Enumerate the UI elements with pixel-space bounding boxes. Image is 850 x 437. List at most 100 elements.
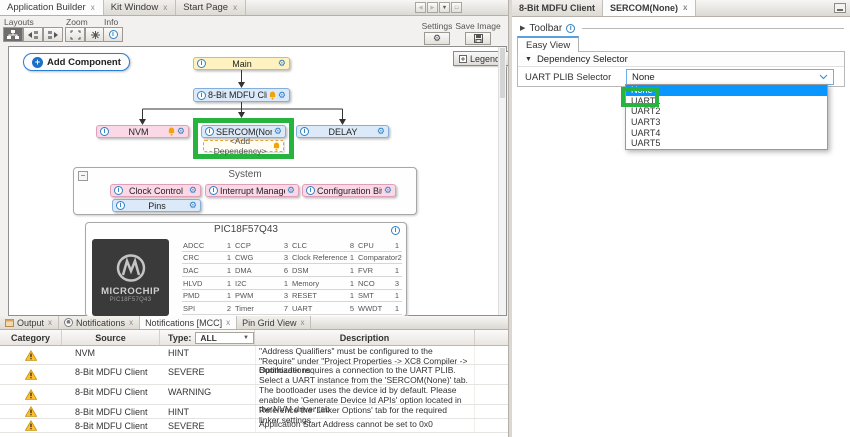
gear-icon[interactable]: ⚙	[278, 91, 286, 100]
type-filter-dropdown[interactable]: ALL ▼	[195, 332, 254, 344]
column-header-category[interactable]: Category	[0, 330, 62, 345]
tab-notifications[interactable]: Notifications x	[59, 316, 140, 329]
peripheral-cell[interactable]: DMA6	[234, 264, 291, 277]
dropdown-option-uart5[interactable]: UART5	[626, 138, 827, 149]
toolbar-label[interactable]: Toolbar	[529, 23, 562, 34]
minimize-panel-button[interactable]	[834, 3, 846, 13]
layout-left-button[interactable]	[23, 27, 43, 42]
tab-start-page[interactable]: Start Page x	[176, 0, 246, 15]
tab-application-builder[interactable]: Application Builder x	[0, 0, 104, 15]
tab-notifications-mcc[interactable]: Notifications [MCC] x	[140, 316, 237, 329]
expand-toolbar-icon[interactable]: ▶	[520, 24, 525, 32]
gear-icon[interactable]: ⚙	[384, 186, 392, 195]
node-interrupt-manager[interactable]: i Interrupt Manager ⚙	[205, 184, 299, 197]
gear-icon[interactable]: ⚙	[189, 201, 197, 210]
info-button[interactable]: i	[103, 27, 123, 42]
column-header-description[interactable]: Description	[255, 330, 475, 345]
layout-tree-button[interactable]	[3, 27, 23, 42]
peripheral-cell[interactable]: Clock Reference1	[291, 252, 357, 265]
close-icon[interactable]: x	[128, 319, 134, 327]
scrollbar-thumb[interactable]	[500, 48, 505, 98]
layout-right-button[interactable]	[43, 27, 63, 42]
save-image-button[interactable]	[465, 32, 491, 45]
peripheral-cell[interactable]: ADCC1	[182, 239, 234, 252]
gear-icon[interactable]: ⚙	[287, 186, 295, 195]
node-nvm[interactable]: i NVM ⚙	[96, 125, 189, 138]
tab-output[interactable]: Output x	[0, 316, 59, 329]
info-icon[interactable]: i	[197, 59, 206, 68]
peripheral-cell[interactable]: CLC8	[291, 239, 357, 252]
info-icon[interactable]: i	[100, 127, 109, 136]
dependency-selector-header[interactable]: ▼ Dependency Selector	[518, 52, 844, 67]
maximize-icon[interactable]: □	[451, 2, 462, 13]
notification-row[interactable]: 8-Bit MDFU Client HINT Reference the 'Li…	[0, 405, 510, 419]
close-icon[interactable]: x	[90, 4, 96, 12]
peripheral-cell[interactable]: CRC1	[182, 252, 234, 265]
node-clock-control[interactable]: i Clock Control ⚙	[110, 184, 201, 197]
notification-row[interactable]: 8-Bit MDFU Client SEVERE Application Sta…	[0, 419, 510, 433]
close-icon[interactable]: x	[47, 319, 53, 327]
peripheral-cell[interactable]: UART5	[291, 302, 357, 315]
info-icon[interactable]: i	[300, 127, 309, 136]
node-mdfu-client[interactable]: i 8-Bit MDFU Client ⚙	[193, 88, 290, 102]
info-icon[interactable]: i	[116, 201, 125, 210]
node-pins[interactable]: i Pins ⚙	[112, 199, 201, 212]
node-main[interactable]: i Main ⚙	[193, 57, 290, 70]
close-icon[interactable]: x	[299, 319, 305, 327]
dropdown-option-none[interactable]: None	[626, 85, 827, 96]
peripheral-cell[interactable]: DAC1	[182, 264, 234, 277]
peripheral-cell[interactable]: PMD1	[182, 290, 234, 303]
tab-sercom-none[interactable]: SERCOM(None) x	[603, 0, 696, 16]
close-icon[interactable]: x	[162, 4, 168, 12]
dropdown-option-uart2[interactable]: UART2	[626, 106, 827, 117]
tab-kit-window[interactable]: Kit Window x	[104, 0, 177, 15]
node-configuration-bits[interactable]: i Configuration Bits ⚙	[302, 184, 396, 197]
zoom-expand-button[interactable]	[65, 27, 85, 42]
column-header-source[interactable]: Source	[62, 330, 160, 345]
info-icon[interactable]: i	[391, 226, 400, 235]
notification-row[interactable]: NVM HINT "Address Qualifiers" must be co…	[0, 346, 510, 365]
dropdown-option-uart3[interactable]: UART3	[626, 117, 827, 128]
settings-button[interactable]: ⚙	[424, 32, 450, 45]
peripheral-cell[interactable]: WWDT1	[357, 302, 402, 315]
peripheral-cell[interactable]: SMT1	[357, 290, 402, 303]
peripheral-cell[interactable]: I2C1	[234, 277, 291, 290]
info-icon[interactable]: i	[566, 24, 575, 33]
diagram-canvas[interactable]: + Add Component Legends i Main ⚙ i 8-Bit…	[8, 46, 507, 316]
node-add-dependency[interactable]: <Add Dependency>	[203, 140, 284, 152]
tab-list-dropdown-icon[interactable]: ▼	[439, 2, 450, 13]
node-delay[interactable]: i DELAY ⚙	[296, 125, 389, 138]
info-icon[interactable]: i	[205, 127, 214, 136]
close-icon[interactable]: x	[225, 319, 231, 327]
uart-plib-combobox[interactable]: None	[626, 69, 834, 85]
peripheral-cell[interactable]: CWG3	[234, 252, 291, 265]
zoom-fit-button[interactable]	[85, 27, 105, 42]
peripheral-cell[interactable]: Memory1	[291, 277, 357, 290]
notification-row[interactable]: 8-Bit MDFU Client SEVERE Bootloader requ…	[0, 365, 510, 385]
collapse-section-icon[interactable]: ▼	[525, 56, 532, 63]
dropdown-option-uart4[interactable]: UART4	[626, 127, 827, 138]
gear-icon[interactable]: ⚙	[377, 127, 385, 136]
scroll-right-icon[interactable]: ▶	[427, 2, 438, 13]
peripheral-cell[interactable]: CCP3	[234, 239, 291, 252]
peripheral-cell[interactable]: NCO3	[357, 277, 402, 290]
info-icon[interactable]: i	[197, 91, 206, 100]
peripheral-cell[interactable]: Comparator2	[357, 252, 402, 265]
info-icon[interactable]: i	[306, 186, 315, 195]
close-icon[interactable]: x	[232, 4, 238, 12]
notification-row[interactable]: 8-Bit MDFU Client WARNING The bootloader…	[0, 385, 510, 405]
gear-icon[interactable]: ⚙	[189, 186, 197, 195]
tab-pin-grid-view[interactable]: Pin Grid View x	[237, 316, 311, 329]
peripheral-cell[interactable]: HLVD1	[182, 277, 234, 290]
info-icon[interactable]: i	[209, 186, 218, 195]
canvas-vertical-scrollbar[interactable]	[498, 47, 506, 315]
peripheral-cell[interactable]: Timer7	[234, 302, 291, 315]
gear-icon[interactable]: ⚙	[177, 127, 185, 136]
add-component-button[interactable]: + Add Component	[23, 53, 130, 71]
gear-icon[interactable]: ⚙	[274, 127, 282, 136]
peripheral-cell[interactable]: SPI2	[182, 302, 234, 315]
dropdown-option-uart1[interactable]: UART1	[626, 96, 827, 107]
peripheral-cell[interactable]: PWM3	[234, 290, 291, 303]
peripheral-cell[interactable]: DSM1	[291, 264, 357, 277]
tab-mdfu-client[interactable]: 8-Bit MDFU Client	[512, 0, 603, 16]
